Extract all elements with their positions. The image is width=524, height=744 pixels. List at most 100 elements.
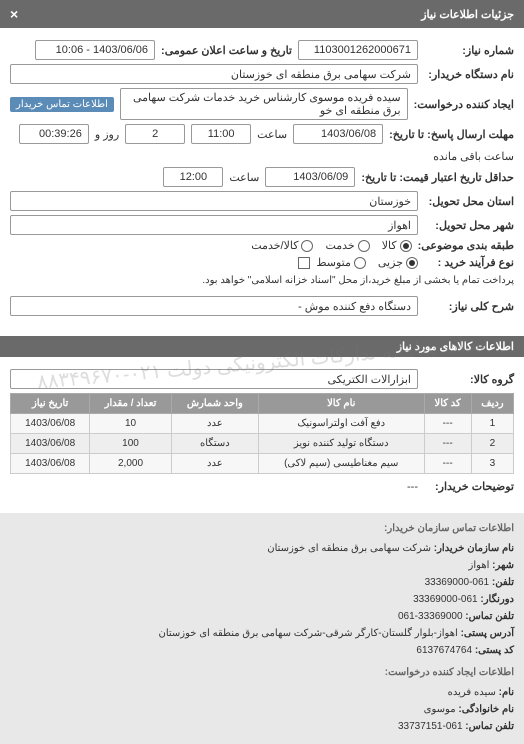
table-cell: --- [424, 414, 471, 434]
subject-class-label: طبقه بندی موضوعی: [418, 239, 514, 252]
radio-minor[interactable]: جزیی [378, 256, 418, 269]
announce-field: 1403/06/06 - 10:06 [35, 40, 155, 60]
contact-link-button[interactable]: اطلاعات تماس خریدار [10, 97, 114, 112]
time-label-2: ساعت [229, 171, 259, 184]
table-cell: 2 [471, 434, 513, 454]
province-label: استان محل تحویل: [424, 195, 514, 208]
deadline-label: مهلت ارسال پاسخ: تا تاریخ: [389, 128, 514, 141]
validity-time-field: 12:00 [163, 167, 223, 187]
table-cell: 1403/06/08 [11, 454, 90, 474]
buyer-org-label: نام دستگاه خریدار: [424, 68, 514, 81]
table-cell: --- [424, 454, 471, 474]
city-field: اهواز [10, 215, 418, 235]
radio-service[interactable]: خدمت [325, 239, 369, 252]
footer-phone: 061-33369000 [425, 577, 490, 588]
footer-fax-contact-label: تلفن تماس: [465, 611, 514, 622]
col-qty: تعداد / مقدار [90, 394, 171, 414]
footer-address: اهواز-بلوار گلستان-کارگر شرقی-شرکت سهامی… [158, 628, 457, 639]
footer-buyer: اطلاعات تماس سازمان خریدار: نام سازمان خ… [0, 513, 524, 744]
header-title: جزئیات اطلاعات نیاز [421, 8, 514, 21]
org-name-label: نام سازمان خریدار: [434, 543, 514, 554]
buyer-desc-label: توضیحات خریدار: [424, 480, 514, 493]
time-remaining-field: 00:39:26 [19, 124, 89, 144]
deadline-time-field: 11:00 [191, 124, 251, 144]
buy-type-label: نوع فرآیند خرید : [424, 256, 514, 269]
subject-radio-group: کالا خدمت کالا/خدمت [251, 239, 411, 252]
days-label: روز و [95, 128, 119, 141]
time-remaining-label: ساعت باقی مانده [433, 150, 514, 163]
buyer-desc-value: --- [407, 481, 418, 493]
need-number-label: شماره نیاز: [424, 44, 514, 57]
table-cell: 10 [90, 414, 171, 434]
radio-icon [406, 257, 418, 269]
col-unit: واحد شمارش [171, 394, 258, 414]
table-row: 2---دستگاه تولید کننده نویزدستگاه1001403… [11, 434, 514, 454]
province-field: خوزستان [10, 191, 418, 211]
table-cell: 2,000 [90, 454, 171, 474]
fname: سیده فریده [448, 687, 496, 698]
days-remaining-field: 2 [125, 124, 185, 144]
goods-section-title: اطلاعات کالاهای مورد نیاز [0, 336, 524, 357]
buyer-org-field: شرکت سهامی برق منطقه ای خوزستان [10, 64, 418, 84]
group-field: ابزارالات الکتریکی [10, 369, 418, 389]
requester-field: سیده فریده موسوی کارشناس خرید خدمات شرکت… [120, 88, 408, 120]
requester-label: ایجاد کننده درخواست: [414, 98, 514, 111]
goods-table: ردیف کد کالا نام کالا واحد شمارش تعداد /… [10, 393, 514, 474]
radio-icon [354, 257, 366, 269]
radio-medium[interactable]: متوسط [316, 256, 366, 269]
radio-goods[interactable]: کالا [382, 239, 412, 252]
group-label: گروه کالا: [424, 373, 514, 386]
req-phone: 061-33737151 [398, 721, 463, 732]
footer-requester-title: اطلاعات ایجاد کننده درخواست: [10, 665, 514, 681]
time-label-1: ساعت [257, 128, 287, 141]
footer-postal-label: کد پستی: [475, 645, 514, 656]
table-row: 3---سیم مغناطیسی (سیم لاکی)عدد2,0001403/… [11, 454, 514, 474]
table-cell: دفع آفت اولتراسونیک [259, 414, 425, 434]
announce-label: تاریخ و ساعت اعلان عمومی: [161, 44, 292, 57]
deadline-date-field: 1403/06/08 [293, 124, 383, 144]
city-label: شهر محل تحویل: [424, 219, 514, 232]
lname: موسوی [424, 704, 456, 715]
validity-label: حداقل تاریخ اعتبار قیمت: تا تاریخ: [361, 171, 514, 184]
treasury-checkbox[interactable] [298, 257, 310, 269]
table-cell: دستگاه تولید کننده نویز [259, 434, 425, 454]
col-row: ردیف [471, 394, 513, 414]
need-desc-label: شرح کلی نیاز: [424, 300, 514, 313]
radio-icon [400, 240, 412, 252]
footer-fax-label: دورنگار: [480, 594, 514, 605]
table-cell: 1403/06/08 [11, 414, 90, 434]
table-cell: عدد [171, 454, 258, 474]
org-name: شرکت سهامی برق منطقه ای خوزستان [267, 543, 431, 554]
buy-type-radio-group: جزیی متوسط [316, 256, 418, 269]
radio-icon [358, 240, 370, 252]
footer-fax-contact: 33369000-061 [398, 611, 463, 622]
table-cell: سیم مغناطیسی (سیم لاکی) [259, 454, 425, 474]
footer-city-label: شهر: [492, 560, 514, 571]
footer-fax: 061-33369000 [413, 594, 478, 605]
table-cell: دستگاه [171, 434, 258, 454]
lname-label: نام خانوادگی: [458, 704, 514, 715]
footer-address-label: آدرس پستی: [461, 628, 514, 639]
table-cell: 1403/06/08 [11, 434, 90, 454]
header-bar: جزئیات اطلاعات نیاز × [0, 0, 524, 28]
table-row: 1---دفع آفت اولتراسونیکعدد101403/06/08 [11, 414, 514, 434]
validity-date-field: 1403/06/09 [265, 167, 355, 187]
table-cell: 100 [90, 434, 171, 454]
col-code: کد کالا [424, 394, 471, 414]
need-number-field: 1103001262000671 [298, 40, 418, 60]
req-phone-label: تلفن تماس: [465, 721, 514, 732]
close-icon[interactable]: × [10, 6, 18, 22]
col-name: نام کالا [259, 394, 425, 414]
table-cell: 3 [471, 454, 513, 474]
footer-postal: 6137674764 [416, 645, 472, 656]
buy-note: پرداخت تمام یا بخشی از مبلغ خرید،از محل … [202, 275, 514, 286]
footer-city: اهواز [469, 560, 490, 571]
need-desc-field: دستگاه دفع کننده موش - [10, 296, 418, 316]
radio-icon [301, 240, 313, 252]
footer-buyer-title: اطلاعات تماس سازمان خریدار: [10, 521, 514, 537]
table-cell: 1 [471, 414, 513, 434]
footer-phone-label: تلفن: [492, 577, 514, 588]
fname-label: نام: [499, 687, 514, 698]
table-cell: --- [424, 434, 471, 454]
radio-goods-service[interactable]: کالا/خدمت [251, 239, 313, 252]
